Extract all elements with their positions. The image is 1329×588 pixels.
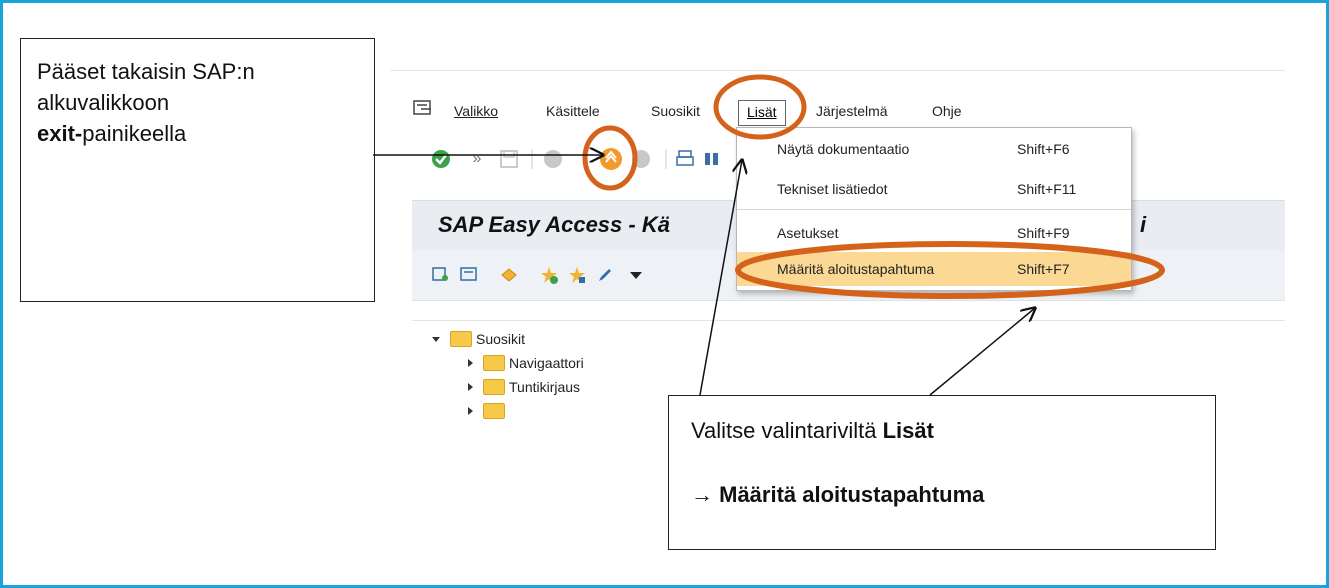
double-chevron-icon[interactable]: »	[468, 148, 486, 170]
tree-root-suosikit[interactable]: Suosikit	[432, 329, 525, 349]
print-icon[interactable]	[674, 148, 696, 170]
tree-item-label: Navigaattori	[509, 355, 584, 371]
exit-callout-line2: alkuvalikkoon	[37, 90, 170, 115]
menu-icon[interactable]	[412, 99, 434, 119]
expand-caret-icon	[468, 407, 473, 415]
page-title-suffix: i	[1140, 212, 1147, 237]
menu-bar: Valikko Käsittele Suosikit Järjestelmä O…	[390, 70, 1285, 129]
delete-favorite-icon[interactable]	[566, 264, 588, 286]
menu-suosikit[interactable]: Suosikit	[651, 103, 700, 119]
collapse-caret-icon[interactable]	[432, 336, 440, 342]
menu-jarjestelma[interactable]: Järjestelmä	[816, 103, 888, 119]
edit-pencil-icon[interactable]	[594, 264, 616, 286]
menu-kasittele[interactable]: Käsittele	[546, 103, 600, 119]
find-icon[interactable]	[702, 148, 722, 170]
cancel-icon[interactable]	[630, 148, 652, 170]
menu-item-tekniset-lisatiedot[interactable]: Tekniset lisätiedot Shift+F11	[737, 172, 1131, 206]
tree-item-navigaattori[interactable]: Navigaattori	[468, 353, 584, 373]
sap-menu-icon[interactable]	[458, 264, 480, 286]
lisat-callout-line2: → Määritä aloitustapahtuma	[691, 482, 985, 507]
add-favorite-icon[interactable]	[538, 264, 560, 286]
expand-caret-icon[interactable]	[468, 383, 473, 391]
menu-lisat[interactable]: Lisät	[738, 100, 786, 126]
folder-icon	[483, 379, 505, 395]
exit-callout-line3: exit-painikeella	[37, 121, 187, 146]
separator-icon	[664, 148, 668, 170]
menu-item-maarita-aloitustapahtuma[interactable]: Määritä aloitustapahtuma Shift+F7	[737, 252, 1131, 286]
lisat-callout-line1: Valitse valintariviltä Lisät	[691, 418, 934, 443]
lisat-callout: Valitse valintariviltä Lisät → Määritä a…	[668, 395, 1216, 550]
business-workplace-icon[interactable]	[498, 264, 520, 286]
tree-root-label: Suosikit	[476, 331, 526, 347]
open-folder-icon	[450, 331, 472, 347]
back-icon[interactable]	[542, 148, 564, 170]
folder-icon	[483, 355, 505, 371]
exit-icon[interactable]	[598, 146, 624, 172]
menu-valikko[interactable]: Valikko	[454, 103, 498, 119]
save-icon[interactable]	[498, 148, 520, 170]
exit-callout: Pääset takaisin SAP:n alkuvalikkoon exit…	[20, 38, 375, 302]
enter-check-icon[interactable]	[430, 148, 452, 170]
tree-item-partial	[468, 401, 505, 421]
menu-ohje[interactable]: Ohje	[932, 103, 962, 119]
tree-item-tuntikirjaus[interactable]: Tuntikirjaus	[468, 377, 580, 397]
page-title: SAP Easy Access - Kä	[438, 212, 670, 237]
menu-separator	[737, 209, 1131, 210]
lisat-dropdown-menu: Näytä dokumentaatio Shift+F6 Tekniset li…	[736, 127, 1132, 291]
tree-item-label: Tuntikirjaus	[509, 379, 581, 395]
expand-caret-icon[interactable]	[468, 359, 473, 367]
menu-item-asetukset[interactable]: Asetukset Shift+F9	[737, 216, 1131, 250]
folder-icon	[483, 403, 505, 419]
dropdown-arrow-icon[interactable]	[628, 264, 644, 286]
user-menu-icon[interactable]	[430, 264, 452, 286]
exit-callout-line1: Pääset takaisin SAP:n	[37, 59, 255, 84]
menu-item-nayta-dokumentaatio[interactable]: Näytä dokumentaatio Shift+F6	[737, 132, 1131, 166]
separator-icon	[530, 148, 534, 170]
